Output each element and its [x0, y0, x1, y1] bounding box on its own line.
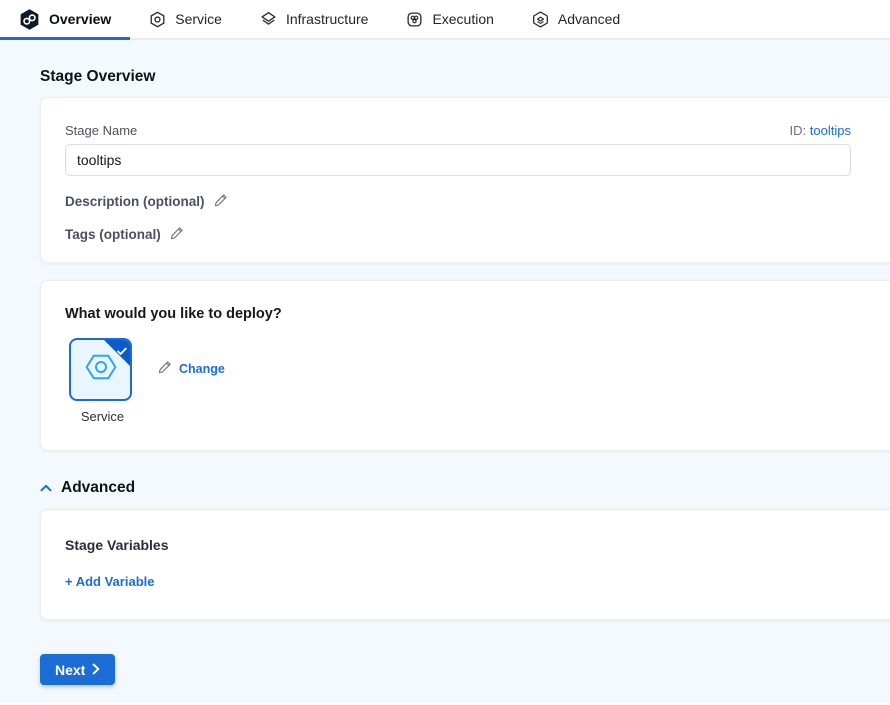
tab-service-label: Service [175, 11, 222, 27]
execution-steps-icon [406, 11, 423, 28]
tags-edit-row[interactable]: Tags (optional) [65, 226, 851, 243]
stage-variables-card: Stage Variables + Add Variable [40, 509, 890, 620]
tab-overview[interactable]: Overview [0, 0, 130, 38]
tab-overview-label: Overview [49, 11, 111, 27]
stage-overview-panel: Stage Overview Stage Name ID: tooltips D… [0, 40, 890, 703]
description-label: Description (optional) [65, 194, 205, 209]
tab-execution[interactable]: Execution [387, 0, 512, 38]
add-variable-link[interactable]: + Add Variable [65, 574, 154, 589]
chevron-right-icon [92, 662, 100, 678]
tab-execution-label: Execution [432, 11, 493, 27]
stage-id: ID: tooltips [790, 123, 851, 138]
stage-details-card: Stage Name ID: tooltips Description (opt… [40, 97, 890, 263]
pipeline-icon [19, 9, 40, 30]
service-hexagon-icon [149, 11, 166, 28]
page-title: Stage Overview [40, 40, 890, 86]
edit-pencil-icon[interactable] [214, 193, 228, 210]
check-icon [117, 343, 127, 361]
next-button[interactable]: Next [40, 654, 115, 685]
description-edit-row[interactable]: Description (optional) [65, 193, 851, 210]
stage-name-label: Stage Name [65, 123, 137, 138]
change-deploy-type-link[interactable]: Change [158, 360, 225, 377]
advanced-section-toggle[interactable]: Advanced [40, 479, 890, 497]
stage-id-value-link[interactable]: tooltips [810, 123, 851, 138]
tab-advanced[interactable]: Advanced [513, 0, 639, 38]
tags-label: Tags (optional) [65, 227, 161, 242]
tab-infrastructure-label: Infrastructure [286, 11, 368, 27]
next-button-label: Next [55, 662, 85, 678]
edit-pencil-icon[interactable] [170, 226, 184, 243]
stage-id-label: ID: [790, 123, 807, 138]
advanced-section-title: Advanced [61, 479, 135, 497]
stage-variables-title: Stage Variables [65, 537, 890, 553]
change-link-label: Change [179, 362, 225, 376]
deploy-type-card: What would you like to deploy? [40, 280, 890, 451]
advanced-layers-icon [532, 11, 549, 28]
stage-tab-bar: Overview Service Infrastructure [0, 0, 890, 40]
deploy-type-tile-service[interactable] [69, 338, 132, 401]
tab-service[interactable]: Service [130, 0, 241, 38]
deploy-question: What would you like to deploy? [65, 306, 890, 322]
tab-infrastructure[interactable]: Infrastructure [241, 0, 387, 38]
deploy-type-label: Service [69, 409, 136, 424]
chevron-up-icon [40, 479, 52, 497]
infrastructure-layers-icon [260, 11, 277, 28]
tab-advanced-label: Advanced [558, 11, 620, 27]
edit-pencil-icon [158, 360, 172, 377]
stage-name-input[interactable] [65, 144, 851, 176]
